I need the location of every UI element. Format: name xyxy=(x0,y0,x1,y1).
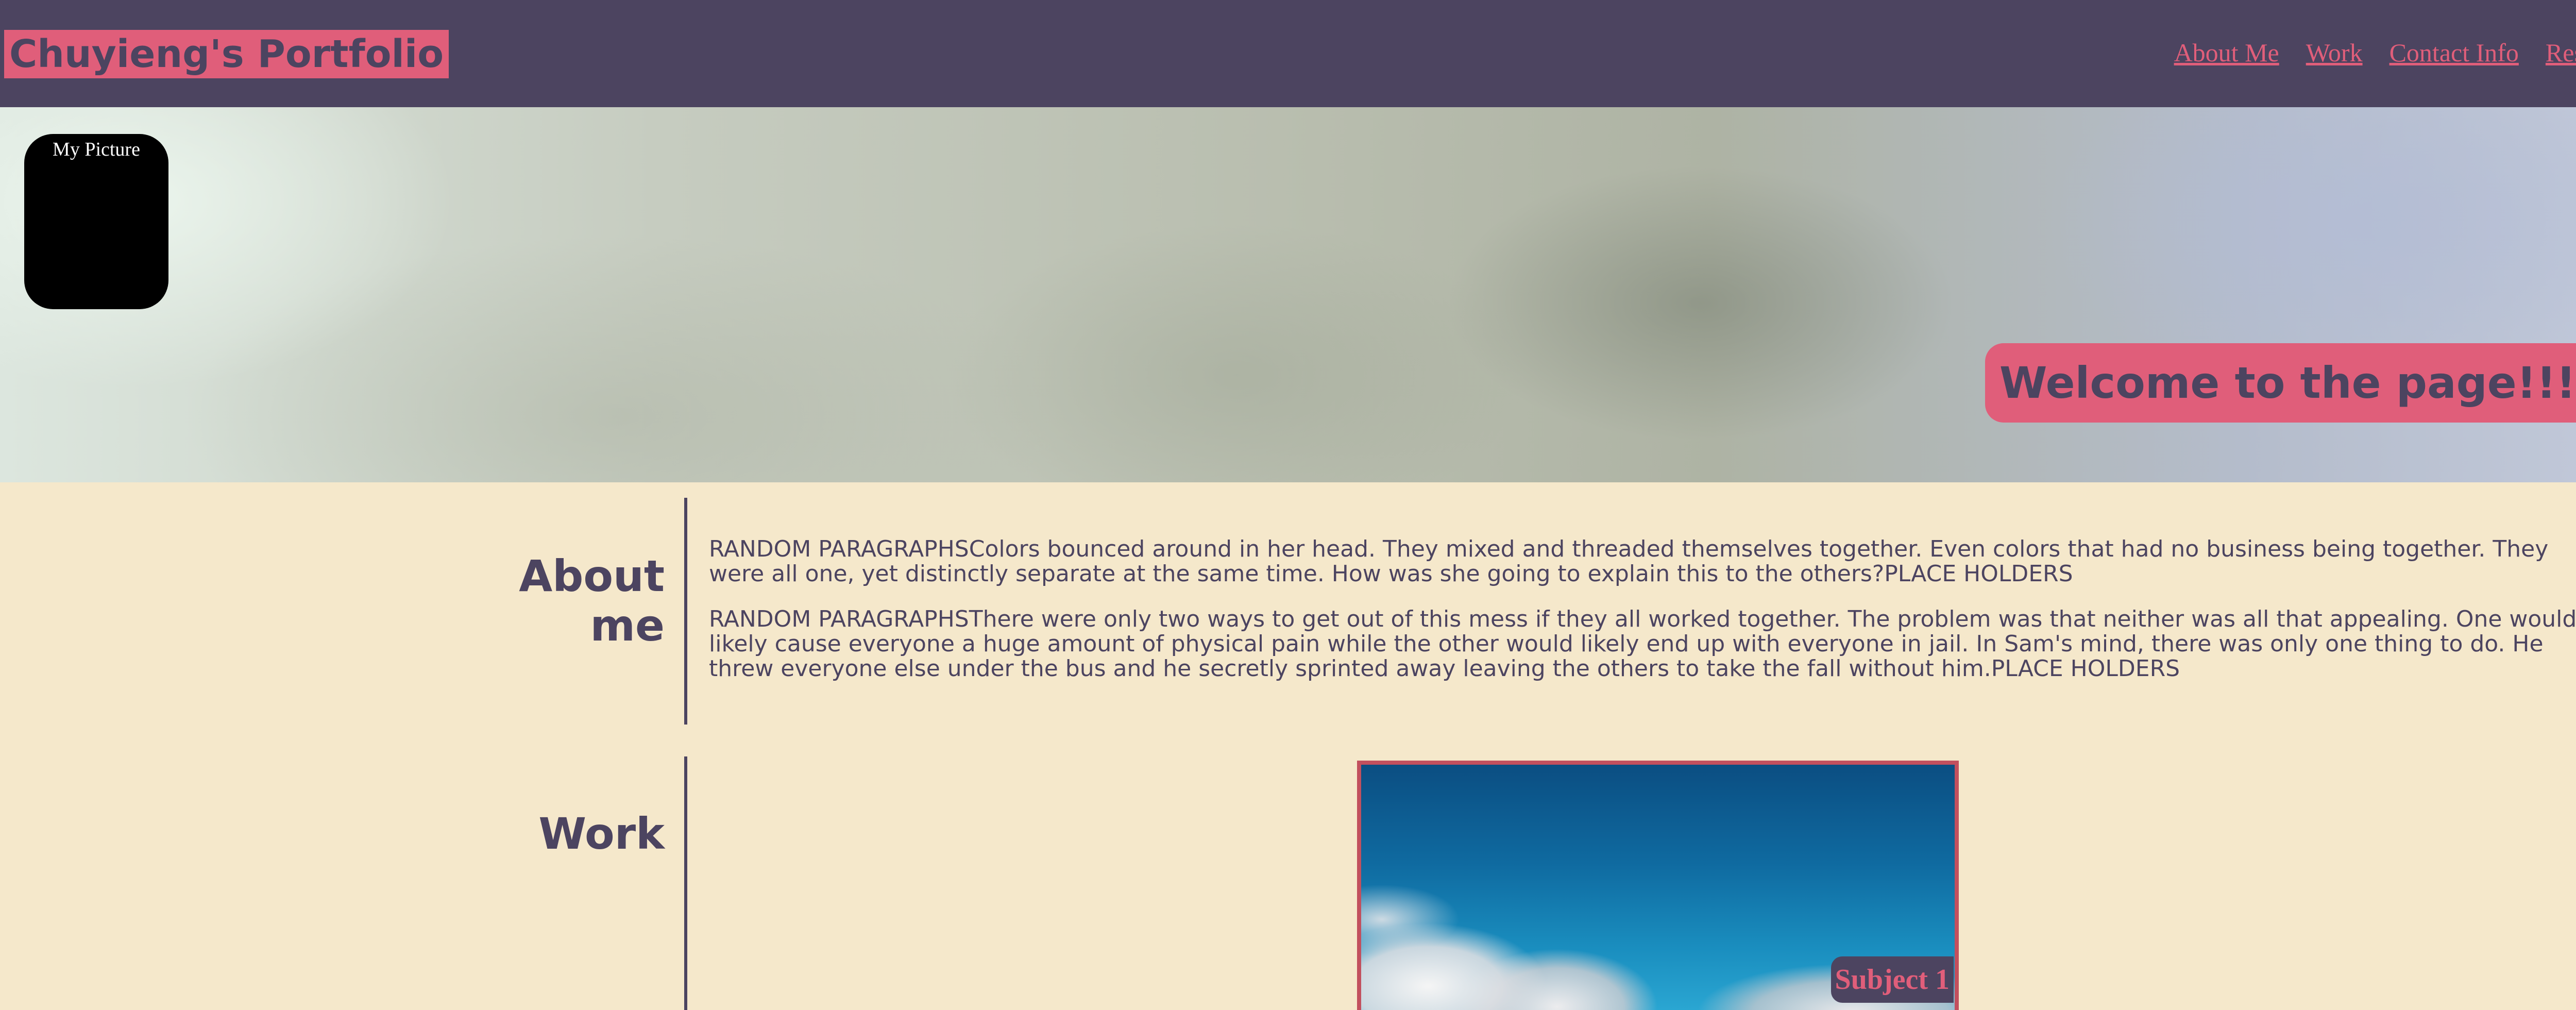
profile-picture-alt-text: My Picture xyxy=(53,139,140,160)
nav-link-work[interactable]: Work xyxy=(2306,36,2363,69)
nav-link-about-me[interactable]: About Me xyxy=(2174,36,2279,69)
main-nav: About Me Work Contact Info Resume xyxy=(2174,36,2576,69)
work-divider xyxy=(684,756,687,1010)
site-title[interactable]: Chuyieng's Portfolio xyxy=(4,30,449,78)
work-section-title: Work xyxy=(538,809,665,859)
welcome-badge: Welcome to the page!!!! xyxy=(1985,343,2576,423)
about-section-title: About me xyxy=(519,551,665,651)
nav-link-contact-info[interactable]: Contact Info xyxy=(2389,36,2519,69)
nav-link-resume[interactable]: Resume xyxy=(2546,36,2576,69)
about-divider xyxy=(684,498,687,725)
about-paragraph: RANDOM PARAGRAPHSThere were only two way… xyxy=(709,606,2576,682)
profile-picture: My Picture xyxy=(24,134,168,309)
site-header: Chuyieng's Portfolio About Me Work Conta… xyxy=(0,0,2576,107)
work-card[interactable]: Subject 1 xyxy=(1357,761,1959,1010)
hero-banner: My Picture Welcome to the page!!!! xyxy=(0,107,2576,482)
about-text: RANDOM PARAGRAPHSColors bounced around i… xyxy=(709,537,2576,702)
about-paragraph: RANDOM PARAGRAPHSColors bounced around i… xyxy=(709,536,2549,587)
work-card-label: Subject 1 xyxy=(1831,956,1954,1003)
